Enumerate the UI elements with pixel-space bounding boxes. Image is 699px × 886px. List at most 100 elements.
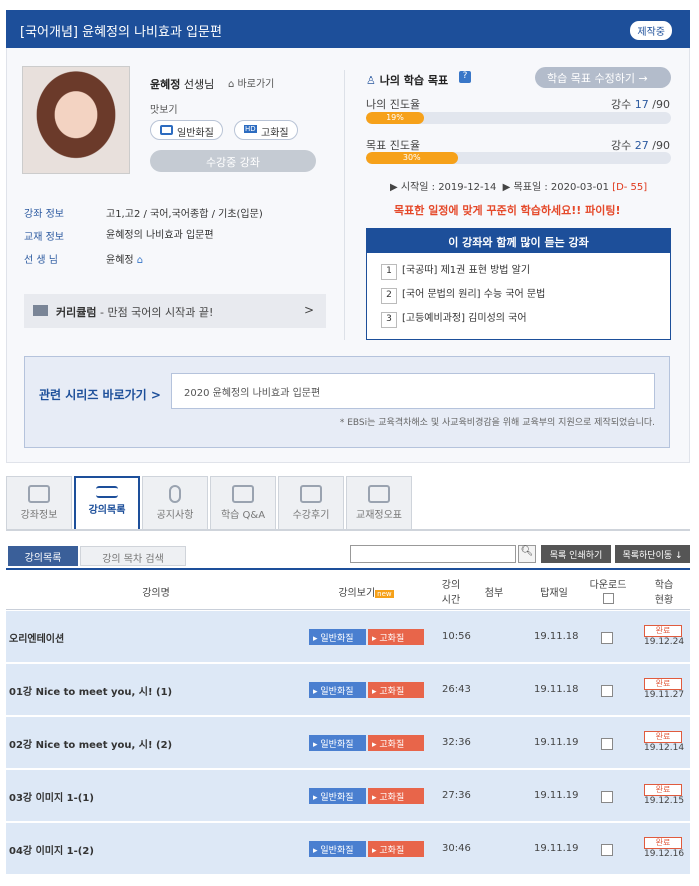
teacher-goto-link[interactable]: ⌂ 바로가기 bbox=[228, 75, 274, 90]
target-progress-count: 강수 27 /90 bbox=[611, 139, 670, 152]
th-status: 학습 현황 bbox=[654, 580, 674, 606]
table-row: 01강 Nice to meet you, 시! (1) ▸ 일반화질 ▸ 고화질 2… bbox=[6, 664, 690, 716]
download-checkbox[interactable] bbox=[601, 632, 613, 644]
lecture-time: 32:36 bbox=[442, 737, 471, 748]
lecture-name[interactable]: 02강 Nice to meet you, 시! (2) bbox=[9, 736, 172, 751]
upload-date: 19.11.19 bbox=[534, 843, 579, 854]
download-checkbox[interactable] bbox=[601, 791, 613, 803]
th-download: 다운로드 bbox=[578, 576, 638, 604]
upload-date: 19.11.18 bbox=[534, 631, 579, 642]
subtab-lecture-list[interactable]: 강의목록 bbox=[8, 546, 78, 566]
curriculum-link[interactable]: 커리큘럼 - 만점 국어의 시작과 끝! > bbox=[24, 294, 326, 328]
hd-icon: HD bbox=[244, 125, 257, 133]
done-badge: 완료 bbox=[644, 625, 682, 637]
lecture-time: 27:36 bbox=[442, 790, 471, 801]
play-normal-button[interactable]: ▸ 일반화질 bbox=[309, 735, 366, 751]
th-view: 강의보기 new bbox=[338, 588, 394, 599]
tab-course-info[interactable]: 강좌정보 bbox=[6, 476, 72, 530]
lecture-name[interactable]: 04강 이미지 1-(2) bbox=[9, 842, 94, 857]
print-list-button[interactable]: 목록 인쇄하기 bbox=[541, 545, 611, 563]
play-hd-button[interactable]: ▸ 고화질 bbox=[368, 788, 424, 804]
teacher-photo bbox=[22, 66, 130, 174]
download-checkbox[interactable] bbox=[601, 738, 613, 750]
play-normal-button[interactable]: ▸ 일반화질 bbox=[309, 788, 366, 804]
recommend-item[interactable]: 1 [국공따] 제1권 표현 방법 알기 bbox=[381, 261, 530, 280]
preview-label: 맛보기 bbox=[150, 105, 178, 116]
ebs-note: * EBSi는 교육격차해소 및 사교육비경감을 위해 교육부의 지원으로 제작… bbox=[339, 418, 655, 428]
series-link[interactable]: 관련 시리즈 바로가기 > bbox=[39, 386, 161, 403]
select-all-checkbox[interactable] bbox=[602, 593, 614, 604]
teacher-info-value[interactable]: 윤혜정 ⌂ bbox=[106, 251, 143, 266]
help-icon[interactable]: ? bbox=[459, 71, 471, 83]
recommend-item[interactable]: 2 [국어 문법의 원리] 수능 국어 문법 bbox=[381, 285, 545, 304]
lecture-time: 30:46 bbox=[442, 843, 471, 854]
play-hd-button[interactable]: ▸ 고화질 bbox=[368, 629, 424, 645]
tab-review[interactable]: 수강후기 bbox=[278, 476, 344, 530]
play-hd-button[interactable]: ▸ 고화질 bbox=[368, 735, 424, 751]
table-row: 오리엔테이션 ▸ 일반화질 ▸ 고화질 10:56 19.11.18 완료 19.12.24 bbox=[6, 611, 690, 663]
th-attach: 첨부 bbox=[484, 588, 504, 599]
lecture-time: 26:43 bbox=[442, 684, 471, 695]
series-item[interactable]: 2020 윤혜정의 나비효과 입문편 bbox=[171, 373, 655, 409]
play-normal-button[interactable]: ▸ 일반화질 bbox=[309, 682, 366, 698]
tab-underline bbox=[6, 529, 690, 531]
download-checkbox[interactable] bbox=[601, 685, 613, 697]
target-progress-label: 목표 진도율 bbox=[366, 139, 421, 152]
chat-icon bbox=[232, 485, 254, 503]
study-status: 완료 19.12.14 bbox=[644, 731, 685, 753]
th-date: 탑재일 bbox=[540, 588, 568, 599]
lecture-name[interactable]: 오리엔테이션 bbox=[9, 630, 64, 645]
lecture-time: 10:56 bbox=[442, 631, 471, 642]
divider bbox=[344, 70, 345, 340]
teacher-info-label: 선 생 님 bbox=[24, 255, 58, 266]
play-normal-button[interactable]: ▸ 일반화질 bbox=[309, 841, 366, 857]
tab-qna[interactable]: 학습 Q&A bbox=[210, 476, 276, 530]
recommend-box: 이 강좌와 함께 많이 듣는 강좌 1 [국공따] 제1권 표현 방법 알기 2[… bbox=[366, 228, 671, 340]
home-icon: ⌂ bbox=[228, 79, 235, 90]
subtab-search[interactable]: 강의 목차 검색 bbox=[80, 546, 186, 566]
done-badge: 완료 bbox=[644, 731, 682, 743]
search-icon[interactable]: 🔍︎ bbox=[518, 545, 536, 563]
upload-date: 19.11.19 bbox=[534, 737, 579, 748]
scroll-bottom-button[interactable]: 목록하단이동 ↓ bbox=[615, 545, 690, 563]
enrolled-button[interactable]: 수강중 강좌 bbox=[150, 150, 316, 172]
curriculum-desc: - 만점 국어의 시작과 끝! bbox=[96, 306, 214, 319]
book-icon bbox=[28, 485, 50, 503]
done-badge: 완료 bbox=[644, 784, 682, 796]
tab-lecture-list[interactable]: 강의목록 bbox=[74, 476, 140, 530]
edit-goal-button[interactable]: 학습 목표 수정하기 → bbox=[535, 67, 671, 88]
lecture-name[interactable]: 01강 Nice to meet you, 시! (1) bbox=[9, 683, 172, 698]
monitor-icon bbox=[160, 125, 173, 135]
table-header: 강의명 강의보기 new 강의 시간 첨부 탑재일 다운로드 학습 현황 bbox=[6, 568, 690, 610]
play-hd-button[interactable]: ▸ 고화질 bbox=[368, 841, 424, 857]
book-info-value[interactable]: 윤혜정의 나비효과 입문편 bbox=[106, 226, 214, 241]
course-header: [국어개념] 윤혜정의 나비효과 입문편 제작중 bbox=[6, 10, 690, 48]
target-progress-bar: 30% bbox=[366, 152, 671, 164]
arrow-right-icon: → bbox=[638, 72, 648, 85]
cheer-message: 목표한 일정에 맞게 꾸준히 학습하세요!! 파이팅! bbox=[394, 204, 621, 217]
goal-dates: ▶ 시작일 : 2019-12-14 ▶ 목표일 : 2020-03-01 [D… bbox=[390, 182, 648, 193]
preview-hd-button[interactable]: HD 고화질 bbox=[234, 120, 298, 140]
play-normal-button[interactable]: ▸ 일반화질 bbox=[309, 629, 366, 645]
download-checkbox[interactable] bbox=[601, 844, 613, 856]
play-hd-button[interactable]: ▸ 고화질 bbox=[368, 682, 424, 698]
search-input[interactable] bbox=[350, 545, 516, 563]
lecture-name[interactable]: 03강 이미지 1-(1) bbox=[9, 789, 94, 804]
study-status: 완료 19.12.15 bbox=[644, 784, 685, 806]
lecture-info-label: 강좌 정보 bbox=[24, 209, 64, 220]
done-badge: 완료 bbox=[644, 837, 682, 849]
upload-date: 19.11.18 bbox=[534, 684, 579, 695]
teacher-name: 윤혜정 선생님 bbox=[150, 78, 215, 91]
study-status: 완료 19.12.16 bbox=[644, 837, 685, 859]
tab-notice[interactable]: 공지사항 bbox=[142, 476, 208, 530]
lecture-info-value: 고1,고2 / 국어,국어종합 / 기초(입문) bbox=[106, 209, 263, 220]
tab-errata[interactable]: 교재정오표 bbox=[346, 476, 412, 530]
my-progress-fill: 19% bbox=[366, 112, 424, 124]
document-icon bbox=[368, 485, 390, 503]
chevron-right-icon: > bbox=[303, 303, 314, 317]
course-title: [국어개념] 윤혜정의 나비효과 입문편 bbox=[20, 25, 222, 40]
table-row: 04강 이미지 1-(2) ▸ 일반화질 ▸ 고화질 30:46 19.11.19 완료 1… bbox=[6, 823, 690, 875]
preview-normal-button[interactable]: 일반화질 bbox=[150, 120, 223, 140]
study-status: 완료 19.11.27 bbox=[644, 678, 685, 700]
recommend-item[interactable]: 3 [고등예비과정] 김미성의 국어 bbox=[381, 309, 527, 328]
